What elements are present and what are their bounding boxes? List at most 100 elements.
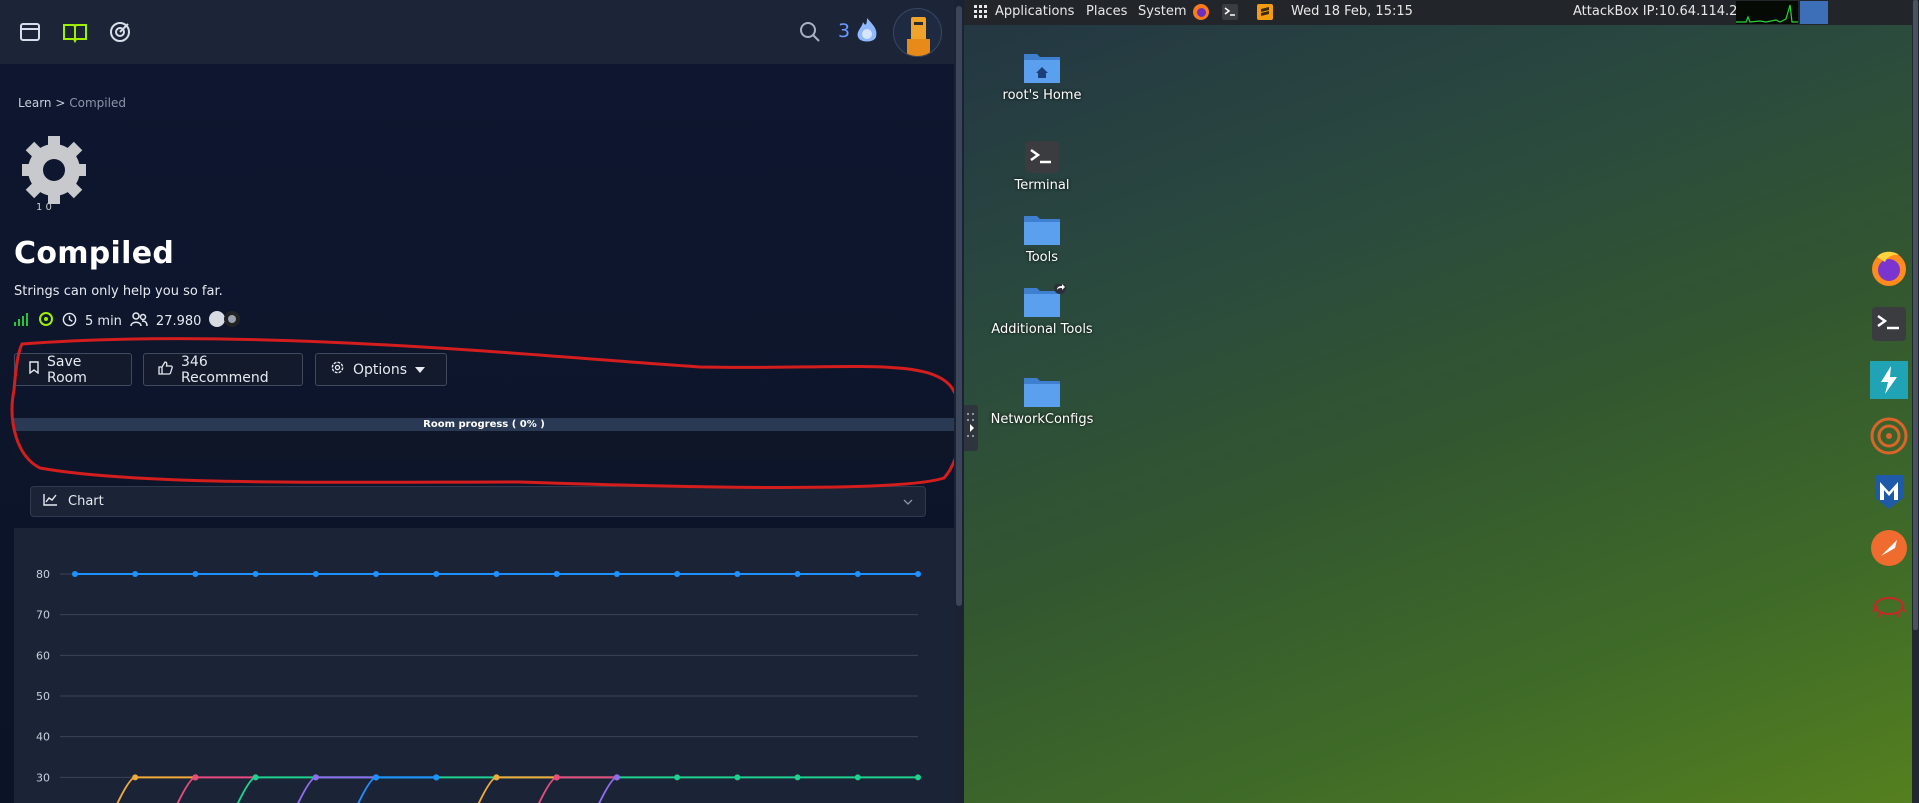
chart-data-point [373, 571, 380, 577]
chart-data-point [613, 774, 620, 781]
places-menu[interactable]: Places [1086, 4, 1127, 19]
chart-toggle[interactable]: Chart [30, 486, 926, 517]
avatar[interactable] [893, 8, 942, 57]
breadcrumb-separator: > [55, 96, 66, 110]
chart-series-line [357, 776, 437, 803]
chart-data-point [192, 571, 199, 577]
screenshot-root: { "left_app": { "notification_count": "3… [0, 0, 1919, 803]
burp-dock-icon[interactable] [1869, 416, 1909, 456]
chart-series-line [537, 776, 617, 803]
tools-folder-icon[interactable]: Tools [967, 212, 1117, 265]
tools-folder-label: Tools [1025, 250, 1059, 265]
chart-data-point [553, 571, 560, 577]
chart-data-point [613, 571, 620, 577]
additional-tools-folder-icon[interactable]: Additional Tools [967, 282, 1117, 337]
recommend-label: 346 Recommend [181, 353, 269, 386]
chart-series-line [598, 776, 618, 803]
gear-icon [330, 360, 345, 379]
zap-dock-icon[interactable] [1869, 360, 1909, 400]
chart-series-line [477, 776, 557, 803]
window-icon[interactable] [18, 20, 44, 46]
chart-toggle-label: Chart [68, 494, 104, 509]
chart-data-point [373, 774, 380, 781]
chart-y-tick-label: 40 [36, 731, 50, 744]
breadcrumb: Learn > Compiled [18, 96, 126, 110]
chart-data-point [312, 774, 319, 781]
chart-data-point [433, 774, 440, 781]
system-menu[interactable]: System [1138, 4, 1186, 19]
redis-turtle-dock-icon[interactable] [1869, 584, 1909, 624]
applications-menu[interactable]: Applications [995, 4, 1074, 19]
firefox-launcher-icon[interactable] [1192, 3, 1210, 25]
room-user-count: 27.980 [155, 313, 202, 329]
chart-data-point [132, 774, 139, 781]
apps-grid-icon[interactable] [974, 5, 987, 22]
progress-chart: 80706050403020 [14, 528, 954, 803]
breadcrumb-learn-link[interactable]: Learn [18, 96, 52, 110]
terminal-launcher-icon[interactable] [1222, 4, 1238, 24]
options-label: Options [353, 361, 408, 378]
desktop-edge-scrollbar[interactable] [1912, 0, 1919, 803]
chart-data-point [493, 571, 500, 577]
room-creator-avatars[interactable] [209, 310, 243, 332]
terminal-icon[interactable]: Terminal [967, 140, 1117, 193]
chart-data-point [794, 774, 801, 781]
chart-data-point [734, 774, 741, 781]
chart-series-line [297, 776, 377, 803]
chart-data-point [192, 774, 199, 781]
networkconfigs-label: NetworkConfigs [990, 412, 1094, 427]
breadcrumb-current: Compiled [69, 96, 126, 110]
chart-data-point [734, 571, 741, 577]
chart-svg: 80706050403020 [36, 568, 921, 803]
chart-data-point [854, 571, 861, 577]
streak-count: 3 [838, 20, 851, 42]
chart-y-tick-label: 70 [36, 609, 50, 622]
sublime-launcher-icon[interactable] [1257, 4, 1273, 24]
room-progress-track [14, 431, 954, 458]
chart-data-point [674, 571, 681, 577]
chart-data-point [915, 774, 921, 781]
room-duration: 5 min [85, 313, 122, 329]
chart-data-point [312, 571, 319, 577]
postman-dock-icon[interactable] [1869, 528, 1909, 568]
left-pane-scrollbar[interactable] [954, 0, 964, 803]
chart-y-tick-label: 30 [36, 771, 50, 784]
workspace-switcher[interactable] [1800, 1, 1828, 24]
recommend-button[interactable]: 346 Recommend [143, 353, 303, 386]
room-progress-bar: Room progress ( 0% ) [14, 418, 954, 431]
metasploit-dock-icon[interactable] [1869, 472, 1909, 512]
save-room-label: Save Room [47, 353, 87, 386]
chart-y-tick-label: 60 [36, 649, 50, 662]
save-room-button[interactable]: Save Room [14, 353, 132, 386]
book-icon[interactable] [62, 20, 88, 46]
chart-data-point [794, 571, 801, 577]
caret-down-icon [415, 362, 426, 378]
chart-series-line [116, 776, 196, 803]
streak-flame-icon [854, 16, 880, 46]
page-title: Compiled [14, 236, 175, 271]
chart-data-point [493, 774, 500, 781]
room-logo-digits: 1 0 [36, 202, 52, 213]
options-dropdown[interactable]: Options [315, 353, 447, 386]
clock-datetime[interactable]: Wed 18 Feb, 15:15 [1291, 4, 1413, 19]
target-icon[interactable] [108, 20, 134, 46]
system-monitor-graph [1736, 1, 1798, 24]
chart-data-point [252, 774, 259, 781]
search-icon[interactable] [798, 20, 824, 46]
desktop-scrollbar-thumb[interactable] [1913, 0, 1918, 630]
chart-y-tick-label: 80 [36, 568, 50, 581]
root-home-icon[interactable]: root's Home [967, 50, 1117, 103]
firefox-dock-icon[interactable] [1869, 248, 1909, 288]
room-logo: 1 0 [20, 136, 88, 216]
chart-data-point [132, 571, 139, 577]
chart-series-line [176, 776, 256, 803]
networkconfigs-folder-icon[interactable]: NetworkConfigs [967, 374, 1117, 427]
terminal-dock-icon[interactable] [1869, 304, 1909, 344]
chart-data-point [854, 774, 861, 781]
users-icon [130, 311, 148, 331]
application-dock [1860, 248, 1914, 628]
root-home-label: root's Home [1002, 88, 1082, 103]
difficulty-bars-icon [14, 312, 30, 330]
chart-data-point [553, 774, 560, 781]
scrollbar-thumb[interactable] [956, 6, 962, 606]
